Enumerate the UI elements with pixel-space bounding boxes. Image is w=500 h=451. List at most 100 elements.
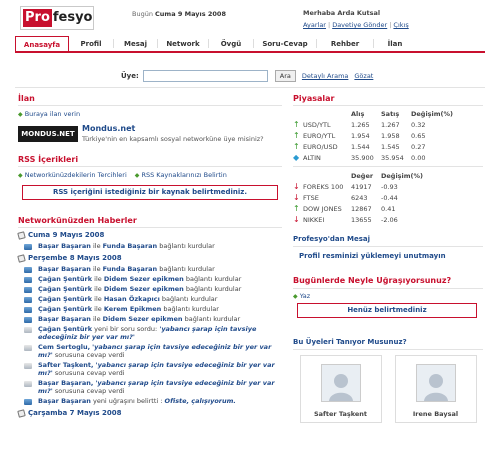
- news-date: Çarşamba 7 Mayıs 2008: [17, 408, 282, 418]
- connection-icon: [24, 297, 32, 303]
- list-item: Çağan Şentürk ile Kerem Epikmen bağlantı…: [24, 304, 282, 314]
- question-icon: [24, 327, 32, 333]
- tab-network[interactable]: Network: [158, 36, 208, 51]
- market-row: ↓ FTSE 6243 -0.44: [293, 192, 398, 202]
- busy-section: Bugünlerde Neyle Uğraşıyorsunuz? ◆ Yaz H…: [293, 276, 483, 318]
- down-arrow-icon: ↓: [293, 181, 300, 191]
- answer-icon: [24, 363, 32, 369]
- calendar-icon: [17, 230, 26, 240]
- place-ad-link[interactable]: Buraya ilan verin: [25, 110, 80, 118]
- settings-link[interactable]: Ayarlar: [303, 21, 326, 29]
- mondus-logo: MONDUS.NET: [18, 125, 78, 142]
- logout-link[interactable]: Çıkış: [393, 21, 408, 29]
- browse-link[interactable]: Gözat: [354, 72, 373, 80]
- markets-title: Piyasalar: [293, 94, 335, 103]
- list-item: Safter Taşkent, 'yabancı şarap için tavs…: [24, 360, 282, 378]
- advanced-search-link[interactable]: Detaylı Arama: [302, 72, 348, 80]
- person-card[interactable]: Irene Baysal: [394, 355, 477, 423]
- avatar[interactable]: [320, 364, 361, 402]
- market-row: ↑ EURO/USD 1.544 1.545 0.27: [293, 141, 426, 151]
- profesyo-logo[interactable]: Pro fesyo: [20, 6, 94, 30]
- up-arrow-icon: ↑: [293, 203, 300, 213]
- list-item: Başar Başaran, 'yabancı şarap için tavsi…: [24, 378, 282, 396]
- ad-text: Türkiye'nin en kapsamlı sosyal networkün…: [82, 135, 264, 143]
- today-date: Bugün Cuma 9 Mayıs 2008: [132, 10, 226, 18]
- connection-icon: [24, 287, 32, 293]
- answer-icon: [24, 345, 32, 351]
- calendar-icon: [17, 253, 26, 263]
- connection-icon: [24, 277, 32, 283]
- tab-ilan[interactable]: İlan: [374, 36, 416, 51]
- message-text[interactable]: Profil resminizi yüklemeyi unutmayın: [293, 252, 483, 260]
- logo-part1: Pro: [23, 9, 52, 27]
- news-date: Cuma 9 Mayıs 2008: [17, 230, 282, 240]
- connection-icon: [24, 267, 32, 273]
- tab-mesaj[interactable]: Mesaj: [114, 36, 157, 51]
- down-arrow-icon: ↓: [293, 214, 300, 224]
- main-nav: Anasayfa Profil Mesaj Network Övgü Soru-…: [15, 36, 485, 53]
- tab-anasayfa[interactable]: Anasayfa: [15, 36, 69, 51]
- list-item: Başar Başaran ile Funda Başaran bağlantı…: [18, 241, 282, 251]
- news-title: Networkünüzden Haberler: [18, 216, 137, 225]
- rss-section: RSS İçerikleri ◆ Networkünüzdekilerin Te…: [18, 155, 282, 200]
- ilan-title: İlan: [18, 94, 35, 103]
- markets-section: Piyasalar Alış Satış Değişim(%) ↑ USD/YTL 1.…: [293, 94, 483, 225]
- search-label: Üye:: [121, 72, 139, 80]
- write-link[interactable]: Yaz: [300, 292, 310, 300]
- up-arrow-icon: ↑: [293, 141, 300, 151]
- people-section: Bu Üyeleri Tanıyor Musunuz? Safter Taşke…: [293, 338, 483, 423]
- tab-soru-cevap[interactable]: Soru-Cevap: [254, 36, 316, 51]
- news-date: Perşembe 8 Mayıs 2008: [17, 253, 282, 263]
- market-row: ↑ DOW JONES 12867 0.41: [293, 203, 396, 213]
- list-item: Başar Başaran ile Funda Başaran bağlantı…: [24, 264, 282, 274]
- logo-part2: fesyo: [52, 10, 93, 25]
- ad-block[interactable]: MONDUS.NET Mondus.net Türkiye'nin en kap…: [18, 124, 282, 143]
- tab-ovgu[interactable]: Övgü: [209, 36, 253, 51]
- market-row: ↑ EURO/YTL 1.954 1.958 0.65: [293, 130, 426, 140]
- answer-icon: [24, 381, 32, 387]
- search-button[interactable]: Ara: [274, 70, 296, 82]
- busy-notice: Henüz belirtmediniz: [297, 303, 477, 318]
- rss-sources-link[interactable]: RSS Kaynaklarınızı Belirtin: [141, 171, 226, 179]
- list-item: Çağan Şentürk ile Didem Sezer epikmen ba…: [24, 284, 282, 294]
- busy-title: Bugünlerde Neyle Uğraşıyorsunuz?: [293, 276, 452, 285]
- person-card[interactable]: Safter Taşkent: [299, 355, 382, 423]
- list-item: Çağan Şentürk ile Hasan Özkapıcı bağlant…: [24, 294, 282, 304]
- user-panel: Merhaba Arda Kutsal Ayarlar | Davetiye Gön…: [303, 9, 409, 29]
- list-item: Başar Başaran yeni uğraşını belirtti : O…: [24, 396, 282, 406]
- connection-icon: [24, 307, 32, 313]
- news-section: Networkünüzden Haberler Cuma 9 Mayıs 200…: [17, 216, 282, 419]
- invite-link[interactable]: Davetiye Gönder: [332, 21, 387, 29]
- list-item: Çağan Şentürk ile Didem Sezer epikmen ba…: [24, 274, 282, 284]
- status-icon: [24, 399, 32, 405]
- market-row: ↑ USD/YTL 1.265 1.267 0.32: [293, 119, 426, 129]
- connection-icon: [24, 244, 32, 250]
- person-name[interactable]: Safter Taşkent: [314, 410, 367, 418]
- ad-title[interactable]: Mondus.net: [82, 124, 264, 133]
- avatar[interactable]: [415, 364, 456, 402]
- message-section: Profesyo'dan Mesaj Profil resminizi yükl…: [293, 235, 483, 260]
- list-item: Başar Başaran ile Didem Sezer epikmen ba…: [24, 314, 282, 324]
- search-input[interactable]: [142, 70, 268, 82]
- list-item: Cem Sertoglu, 'yabancı şarap için tavsiy…: [24, 342, 282, 360]
- list-item: Çağan Şentürk yeni bir soru sordu: 'yaba…: [24, 324, 282, 342]
- rss-network-link[interactable]: Networkünüzdekilerin Tercihleri: [25, 171, 127, 179]
- connection-icon: [24, 317, 32, 323]
- divider: [15, 87, 485, 88]
- market-row: ↓ NIKKEI 13655 -2.06: [293, 214, 398, 224]
- rss-notice: RSS içeriğini istediğiniz bir kaynak bel…: [22, 185, 278, 200]
- up-arrow-icon: ↑: [293, 130, 300, 140]
- member-search: Üye: Ara Detaylı Arama Gözat: [121, 70, 373, 82]
- ilan-section: İlan ◆ Buraya ilan verin MONDUS.NET Mond…: [18, 94, 282, 143]
- tab-rehber[interactable]: Rehber: [317, 36, 373, 51]
- up-arrow-icon: ↑: [293, 119, 300, 129]
- market-row: ↓ FOREKS 100 41917 -0.93: [293, 181, 398, 191]
- tab-profil[interactable]: Profil: [69, 36, 113, 51]
- people-title: Bu Üyeleri Tanıyor Musunuz?: [293, 338, 407, 346]
- rss-title: RSS İçerikleri: [18, 155, 79, 164]
- message-title: Profesyo'dan Mesaj: [293, 235, 371, 243]
- greeting: Merhaba Arda Kutsal: [303, 9, 381, 17]
- calendar-icon: [17, 408, 26, 418]
- person-name[interactable]: Irene Baysal: [413, 410, 458, 418]
- bullet-icon: ◆: [18, 111, 23, 118]
